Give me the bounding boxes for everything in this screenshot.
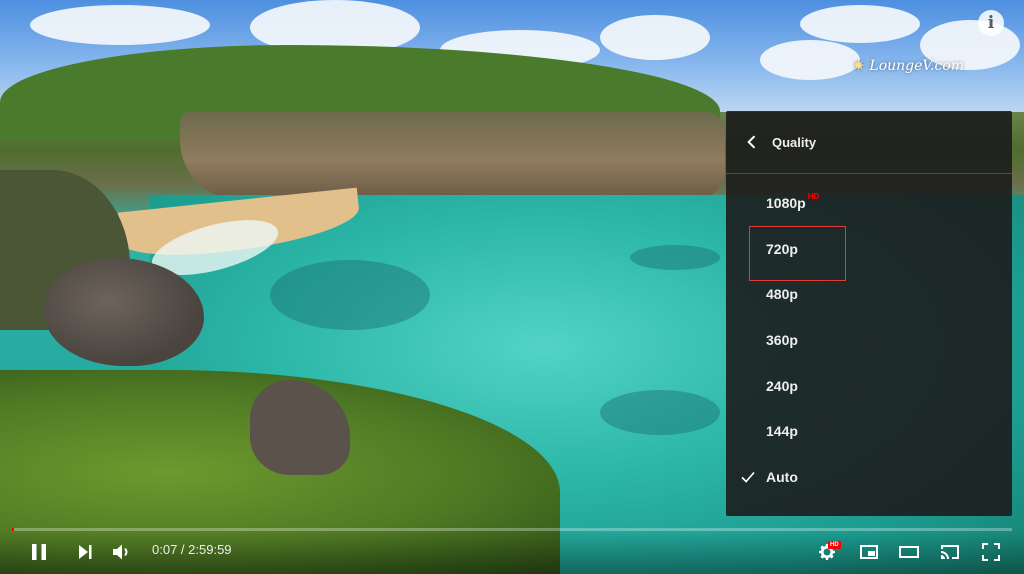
settings-button[interactable]: HD	[815, 540, 841, 564]
volume-icon	[113, 544, 128, 560]
time-separator: /	[177, 542, 189, 557]
cast-icon	[941, 545, 959, 559]
miniplayer-icon	[860, 545, 878, 559]
watermark-text: LoungeV.com	[869, 57, 965, 74]
quality-menu-title: Quality	[772, 134, 817, 150]
current-time: 0:07	[152, 542, 178, 557]
theater-button[interactable]	[897, 540, 921, 564]
cloud	[760, 40, 860, 80]
checkmark-icon	[741, 472, 755, 483]
cloud	[800, 5, 920, 43]
reef	[630, 245, 720, 270]
quality-option-auto[interactable]: Auto	[726, 454, 1012, 500]
info-button[interactable]: i	[978, 10, 1004, 36]
time-display: 0:07 / 2:59:59	[152, 542, 232, 557]
next-button[interactable]	[73, 540, 97, 564]
cloud	[600, 15, 710, 60]
theater-icon	[899, 546, 919, 558]
reef	[270, 260, 430, 330]
cast-button[interactable]	[938, 540, 962, 564]
miniplayer-button[interactable]	[857, 540, 881, 564]
star-icon: ✷	[852, 56, 866, 75]
next-icon	[79, 545, 92, 559]
pause-button[interactable]	[27, 540, 51, 564]
hd-badge: HD	[807, 192, 820, 202]
reef	[600, 390, 720, 435]
quality-option-label: 240p	[766, 377, 798, 394]
quality-option-label: 144p	[766, 423, 798, 440]
fullscreen-icon	[982, 543, 1000, 561]
cloud	[30, 5, 210, 45]
cliff	[180, 112, 725, 200]
quality-option-label: 480p	[766, 286, 798, 303]
selection-highlight-box	[749, 226, 846, 281]
control-bar: 0:07 / 2:59:59 HD	[0, 531, 1024, 574]
quality-menu: Quality 1080p HD 720p 480p 360p 240p 144p	[726, 111, 1012, 516]
quality-menu-header[interactable]: Quality	[726, 111, 1012, 174]
quality-option-label: Auto	[766, 468, 798, 485]
chevron-left-icon	[747, 135, 756, 149]
watermark: ✷ LoungeV.com	[852, 56, 964, 75]
pause-icon	[32, 544, 46, 560]
quality-option-label: 1080p	[766, 194, 806, 211]
quality-option-240p[interactable]: 240p	[726, 363, 1012, 409]
quality-option-1080p[interactable]: 1080p HD	[726, 180, 1012, 226]
video-player[interactable]: i ✷ LoungeV.com Quality 1080p HD 720p 480…	[0, 0, 1024, 574]
quality-option-144p[interactable]: 144p	[726, 408, 1012, 454]
quality-option-label: 360p	[766, 331, 798, 348]
duration: 2:59:59	[188, 542, 232, 557]
quality-option-360p[interactable]: 360p	[726, 317, 1012, 363]
settings-hd-badge: HD	[828, 541, 841, 549]
volume-button[interactable]	[110, 540, 134, 564]
fullscreen-button[interactable]	[979, 540, 1003, 564]
quality-options: 1080p HD 720p 480p 360p 240p 144p Auto	[726, 174, 1012, 500]
